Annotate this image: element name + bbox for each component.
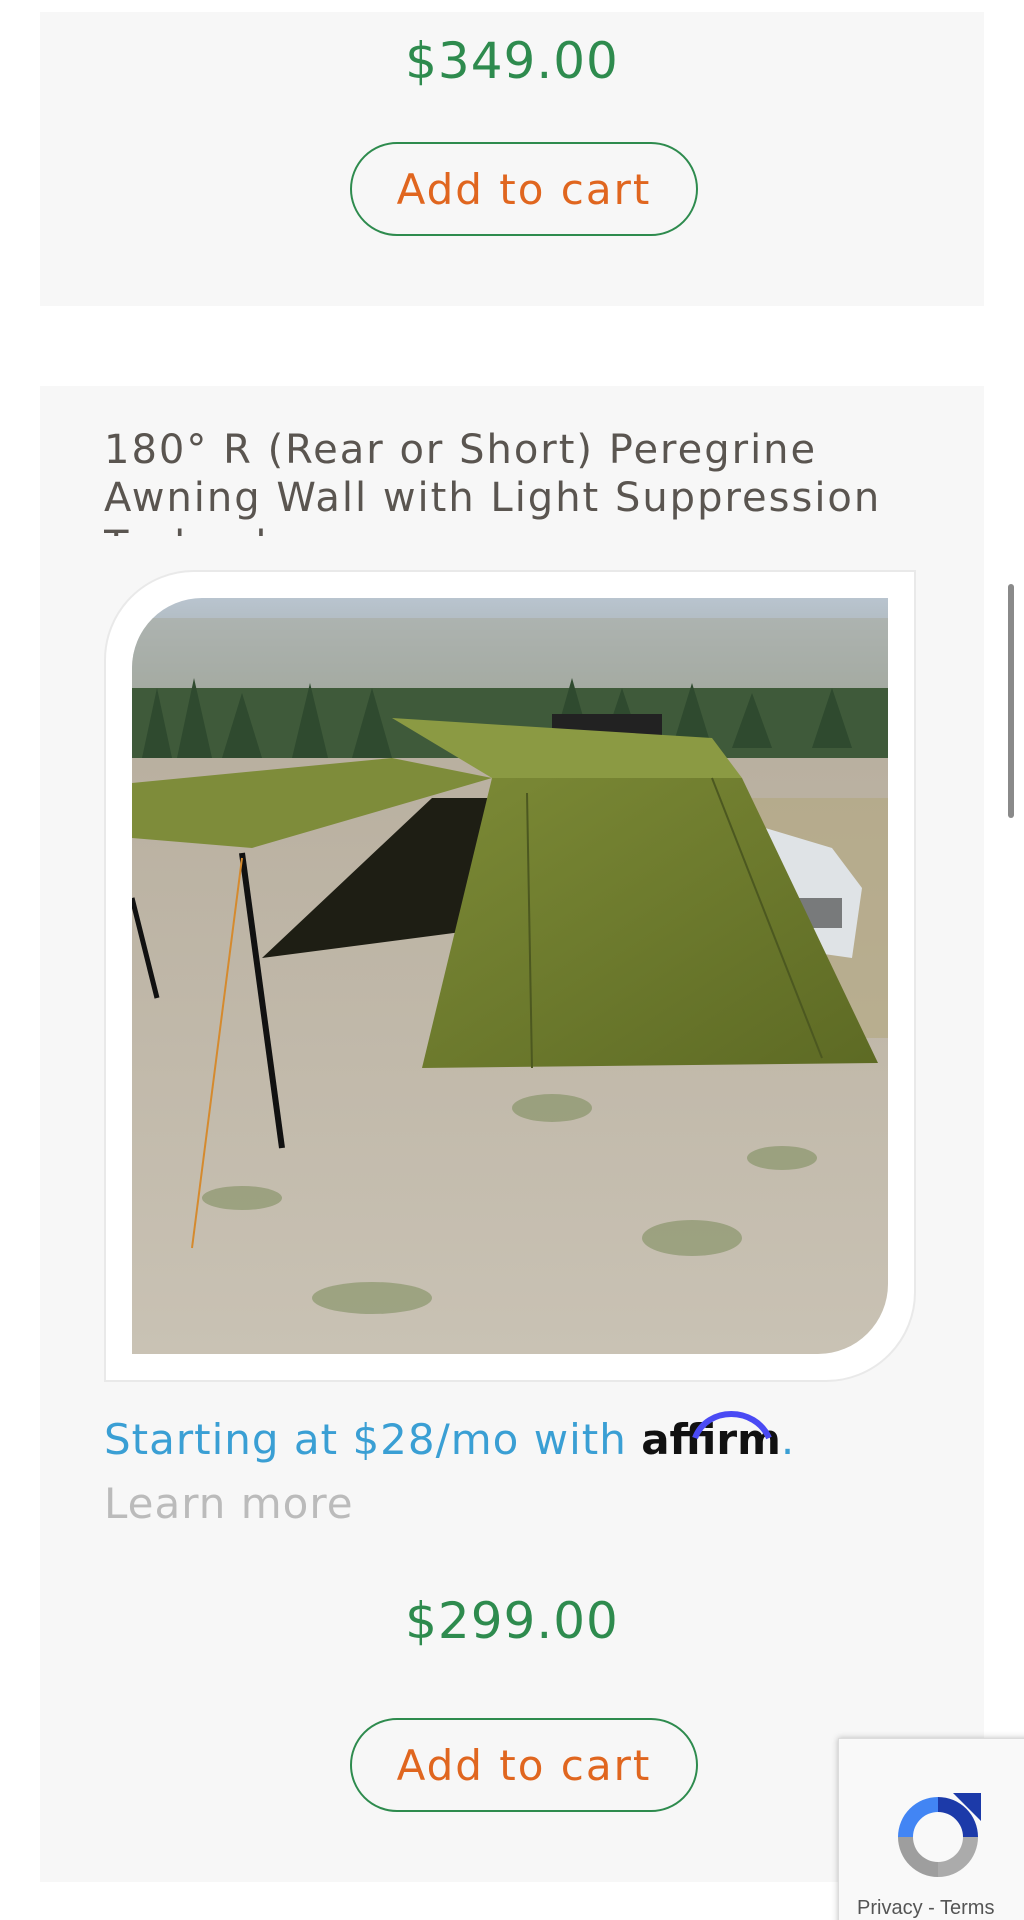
financing-message: Starting at $28/mo with affirm. Learn mo… — [104, 1408, 924, 1536]
financing-period: . — [780, 1415, 796, 1464]
add-to-cart-button[interactable]: Add to cart — [350, 1718, 698, 1812]
affirm-arc-icon — [692, 1411, 772, 1440]
recaptcha-separator: - — [922, 1897, 940, 1919]
add-to-cart-button[interactable]: Add to cart — [350, 142, 698, 236]
financing-text: Starting at $28/mo with — [104, 1415, 642, 1464]
recaptcha-badge[interactable]: Privacy - Terms — [838, 1738, 1024, 1920]
affirm-logo: affirm — [641, 1408, 781, 1472]
product-card: 180° R (Rear or Short) Peregrine Awning … — [40, 386, 984, 1882]
product-price: $349.00 — [405, 32, 619, 90]
learn-more-link[interactable]: Learn more — [104, 1479, 354, 1528]
scrollbar-thumb[interactable] — [1008, 584, 1014, 818]
page: $349.00 Add to cart 180° R (Rear or Shor… — [0, 0, 1024, 1920]
product-image[interactable] — [132, 598, 888, 1354]
recaptcha-links: Privacy - Terms — [857, 1897, 994, 1920]
product-title[interactable]: 180° R (Rear or Short) Peregrine Awning … — [104, 426, 924, 536]
product-image-frame[interactable] — [104, 570, 916, 1382]
recaptcha-privacy-link[interactable]: Privacy — [857, 1897, 923, 1919]
recaptcha-terms-link[interactable]: Terms — [940, 1897, 994, 1919]
product-photo-awning-wall — [132, 598, 888, 1354]
product-card-previous: $349.00 Add to cart — [40, 12, 984, 306]
product-price: $299.00 — [405, 1592, 619, 1650]
recaptcha-icon — [898, 1793, 981, 1877]
